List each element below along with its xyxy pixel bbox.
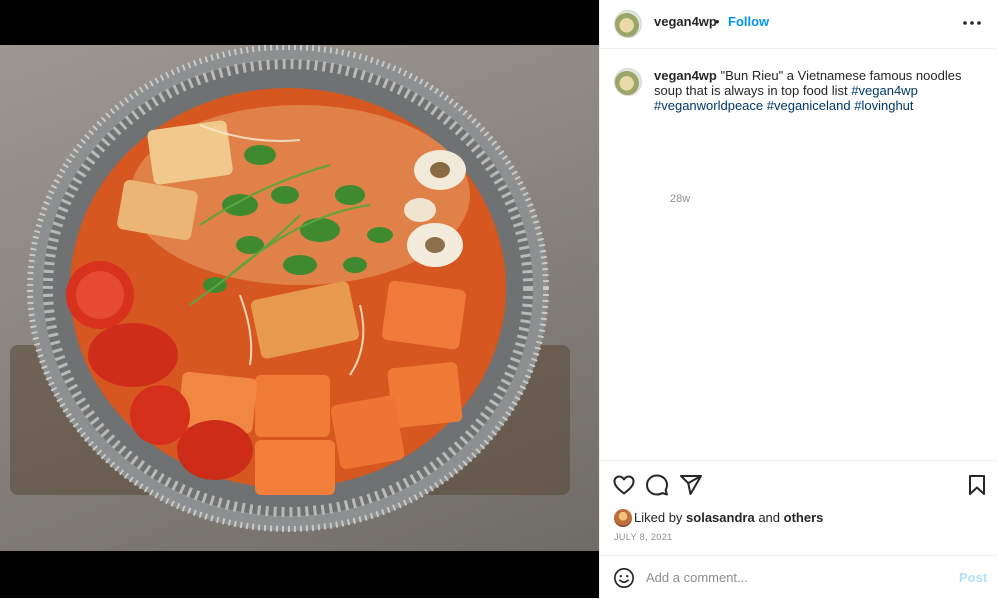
caption-username[interactable]: vegan4wp (654, 68, 717, 83)
post-side-panel: vegan4wp • Follow vegan4wp "Bun Rieu" a … (599, 0, 998, 598)
likes-text: Liked by solasandra and others (634, 510, 823, 525)
liker-avatar[interactable] (614, 509, 632, 527)
liked-user-link[interactable]: solasandra (686, 510, 755, 525)
caption-text-block: vegan4wp "Bun Rieu" a Vietnamese famous … (654, 68, 990, 113)
post-viewer: vegan4wp • Follow vegan4wp "Bun Rieu" a … (0, 0, 998, 598)
liked-prefix: Liked by (634, 510, 683, 525)
caption-avatar[interactable] (614, 68, 642, 96)
liked-and: and (758, 510, 781, 525)
separator-dot: • (715, 14, 720, 29)
post-comment-button[interactable]: Post (959, 570, 987, 585)
hashtag[interactable]: #veganiceland (767, 98, 851, 113)
emoji-icon[interactable] (613, 567, 635, 589)
comment-input[interactable] (646, 566, 946, 588)
comment-icon[interactable] (645, 473, 669, 497)
share-icon[interactable] (679, 473, 703, 497)
hashtag[interactable]: #lovinghut (854, 98, 913, 113)
follow-button[interactable]: Follow (728, 14, 769, 29)
post-header: vegan4wp • Follow (600, 0, 998, 49)
heart-icon[interactable] (612, 473, 636, 497)
bookmark-icon[interactable] (965, 473, 989, 497)
hashtag[interactable]: #vegan4wp (851, 83, 918, 98)
hashtag[interactable]: #veganworldpeace (654, 98, 763, 113)
post-media (0, 0, 599, 598)
header-username[interactable]: vegan4wp (654, 14, 717, 29)
avatar[interactable] (614, 10, 642, 38)
post-photo[interactable] (0, 45, 599, 551)
more-options-icon[interactable] (960, 14, 984, 32)
comment-bar: Post (600, 555, 998, 599)
soup-photo-illustration (10, 45, 570, 532)
post-date[interactable]: JULY 8, 2021 (614, 532, 673, 542)
liked-others-link[interactable]: others (784, 510, 824, 525)
caption-time-ago[interactable]: 28w (670, 193, 690, 205)
